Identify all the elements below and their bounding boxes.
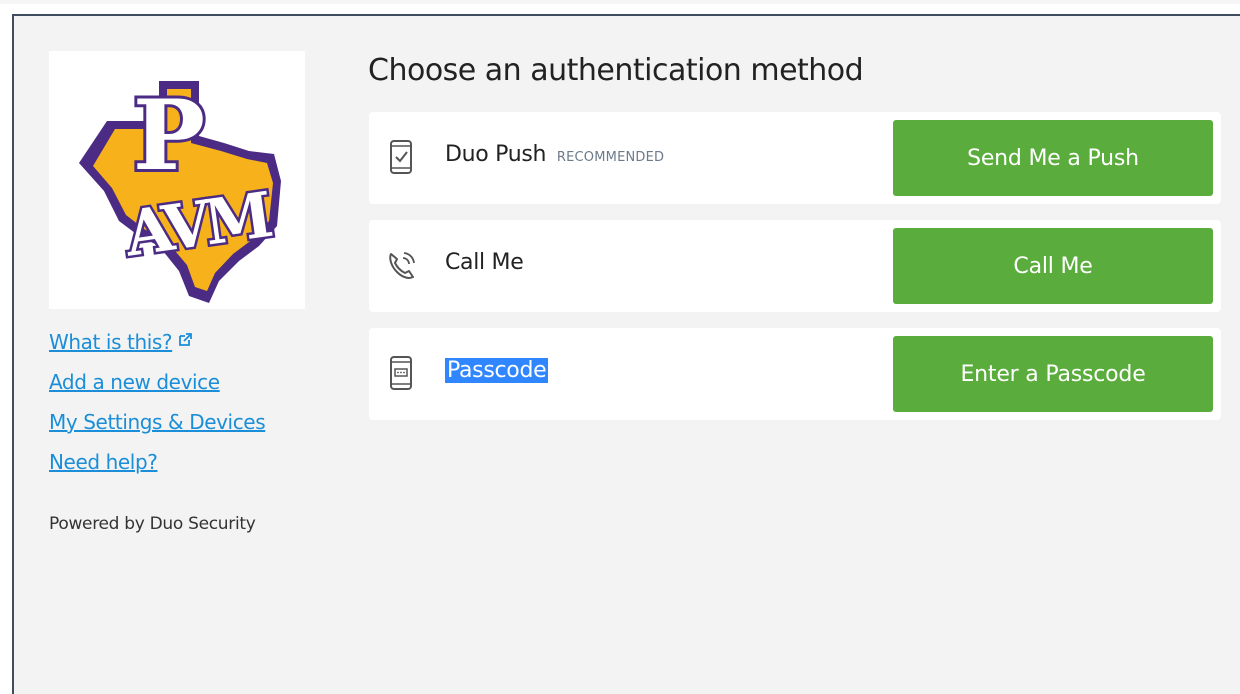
duo-push-label: Duo Push [445,142,547,167]
sidebar-links: What is this? Add a new device My Settin… [49,329,266,489]
phone-check-icon [390,140,412,174]
call-me-button[interactable]: Call Me [893,228,1213,304]
method-label-call-me: Call Me [445,250,524,275]
add-new-device-link[interactable]: Add a new device [49,369,265,409]
method-row-call-me: Call Me Call Me [369,220,1221,312]
phone-passcode-icon [390,356,412,390]
my-settings-devices-link[interactable]: My Settings & Devices [49,409,266,449]
method-label-passcode: Passcode [445,358,549,383]
method-label-duo-push: Duo Push RECOMMENDED [445,142,664,167]
page-title: Choose an authentication method [368,53,864,88]
external-link-icon [179,333,193,346]
pvam-logo-graphic: P AVM [79,76,281,303]
method-row-passcode: Passcode Enter a Passcode [369,328,1221,420]
logo-letter-p: P [133,79,205,192]
phone-call-icon [389,252,415,279]
enter-a-passcode-button[interactable]: Enter a Passcode [893,336,1213,412]
pvam-logo: P AVM [49,51,305,309]
passcode-label: Passcode [445,358,549,383]
send-me-a-push-button[interactable]: Send Me a Push [893,120,1213,196]
recommended-badge: RECOMMENDED [556,150,665,165]
need-help-link[interactable]: Need help? [49,449,265,489]
powered-by-text: Powered by Duo Security [49,514,256,534]
top-strip [0,0,1240,4]
duo-auth-frame: P AVM What is this? Add a new device My … [12,14,1240,694]
what-is-this-link[interactable]: What is this? [49,329,265,369]
method-row-duo-push: Duo Push RECOMMENDED Send Me a Push [369,112,1221,204]
what-is-this-label: What is this? [49,330,173,354]
